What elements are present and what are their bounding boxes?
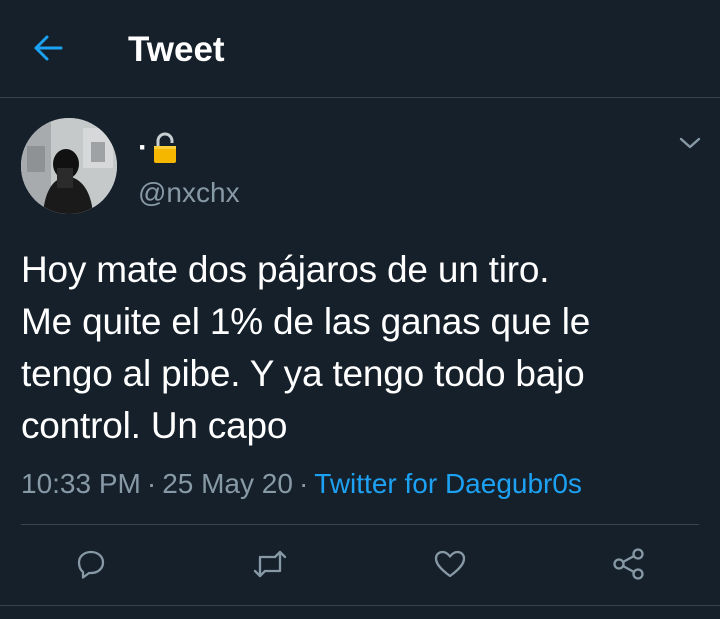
- author-name-row[interactable]: ·: [138, 128, 178, 168]
- author-display-name: ·: [138, 131, 148, 164]
- share-icon: [612, 547, 646, 586]
- arrow-left-icon: [33, 34, 63, 67]
- more-options-button[interactable]: [672, 130, 708, 160]
- action-bar: [0, 540, 720, 592]
- retweet-button[interactable]: [248, 544, 292, 588]
- tweet-source-link[interactable]: Twitter for Daegubr0s: [314, 468, 582, 499]
- divider: [0, 605, 720, 606]
- retweet-icon: [252, 548, 288, 585]
- lock-icon: [152, 132, 178, 164]
- avatar[interactable]: [21, 118, 117, 214]
- chevron-down-icon: [679, 136, 701, 155]
- divider: [21, 524, 699, 525]
- meta-separator: ·: [298, 468, 309, 499]
- like-button[interactable]: [428, 544, 472, 588]
- top-bar: Tweet: [0, 0, 720, 98]
- share-button[interactable]: [607, 544, 651, 588]
- tweet-text: Hoy mate dos pájaros de un tiro. Me quit…: [21, 249, 591, 446]
- tweet-time: 10:33 PM: [21, 468, 141, 499]
- tweet-date: 25 May 20: [162, 468, 293, 499]
- back-button[interactable]: [26, 30, 70, 70]
- reply-icon: [75, 548, 107, 585]
- heart-icon: [433, 549, 467, 584]
- author-handle[interactable]: @nxchx: [138, 176, 240, 210]
- meta-separator: ·: [146, 468, 157, 499]
- page-title: Tweet: [128, 30, 225, 69]
- reply-button[interactable]: [69, 544, 113, 588]
- tweet-meta: 10:33 PM · 25 May 20 · Twitter for Daegubr0s: [21, 466, 582, 502]
- tweet-detail-screen: Tweet · @nxchx Hoy mate dos pájaros de u…: [0, 0, 720, 619]
